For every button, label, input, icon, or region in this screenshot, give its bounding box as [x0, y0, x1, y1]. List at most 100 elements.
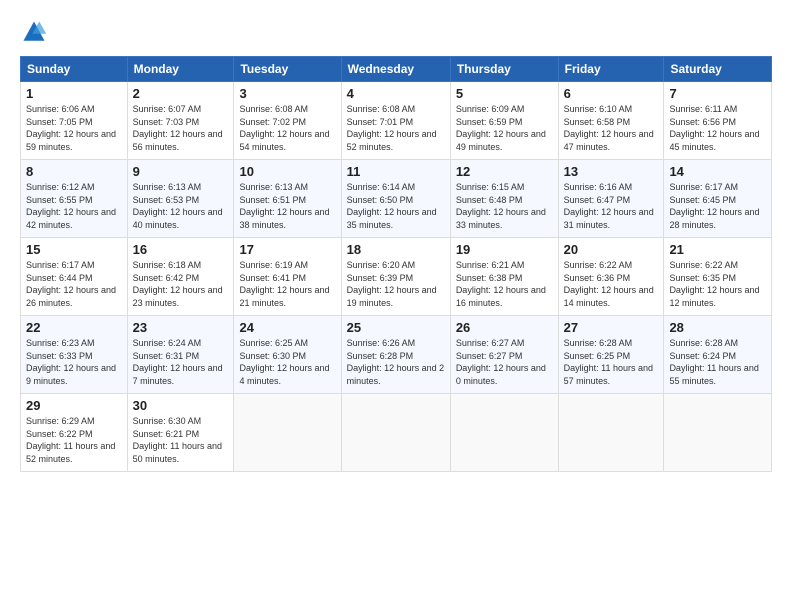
day-info: Sunrise: 6:06 AMSunset: 7:05 PMDaylight:… — [26, 104, 116, 152]
day-info: Sunrise: 6:26 AMSunset: 6:28 PMDaylight:… — [347, 338, 445, 386]
day-info: Sunrise: 6:07 AMSunset: 7:03 PMDaylight:… — [133, 104, 223, 152]
day-cell-2: 2 Sunrise: 6:07 AMSunset: 7:03 PMDaylight… — [127, 82, 234, 160]
day-number: 7 — [669, 86, 766, 101]
day-number: 29 — [26, 398, 122, 413]
day-info: Sunrise: 6:19 AMSunset: 6:41 PMDaylight:… — [239, 260, 329, 308]
day-number: 27 — [564, 320, 659, 335]
empty-cell — [341, 394, 450, 472]
day-number: 19 — [456, 242, 553, 257]
calendar-week-3: 15 Sunrise: 6:17 AMSunset: 6:44 PMDayligh… — [21, 238, 772, 316]
day-info: Sunrise: 6:16 AMSunset: 6:47 PMDaylight:… — [564, 182, 654, 230]
day-number: 24 — [239, 320, 335, 335]
day-number: 16 — [133, 242, 229, 257]
empty-cell — [558, 394, 664, 472]
day-cell-11: 11 Sunrise: 6:14 AMSunset: 6:50 PMDayligh… — [341, 160, 450, 238]
col-thursday: Thursday — [450, 57, 558, 82]
day-cell-3: 3 Sunrise: 6:08 AMSunset: 7:02 PMDaylight… — [234, 82, 341, 160]
day-cell-22: 22 Sunrise: 6:23 AMSunset: 6:33 PMDayligh… — [21, 316, 128, 394]
day-info: Sunrise: 6:29 AMSunset: 6:22 PMDaylight:… — [26, 416, 115, 464]
day-cell-13: 13 Sunrise: 6:16 AMSunset: 6:47 PMDayligh… — [558, 160, 664, 238]
day-number: 13 — [564, 164, 659, 179]
col-saturday: Saturday — [664, 57, 772, 82]
day-number: 28 — [669, 320, 766, 335]
logo — [20, 18, 52, 46]
day-cell-25: 25Sunrise: 6:26 AMSunset: 6:28 PMDayligh… — [341, 316, 450, 394]
day-number: 2 — [133, 86, 229, 101]
col-tuesday: Tuesday — [234, 57, 341, 82]
day-info: Sunrise: 6:13 AMSunset: 6:51 PMDaylight:… — [239, 182, 329, 230]
day-info: Sunrise: 6:08 AMSunset: 7:01 PMDaylight:… — [347, 104, 437, 152]
day-number: 4 — [347, 86, 445, 101]
day-cell-9: 9Sunrise: 6:13 AMSunset: 6:53 PMDaylight… — [127, 160, 234, 238]
day-cell-12: 12Sunrise: 6:15 AMSunset: 6:48 PMDayligh… — [450, 160, 558, 238]
col-wednesday: Wednesday — [341, 57, 450, 82]
calendar-page: Sunday Monday Tuesday Wednesday Thursday… — [0, 0, 792, 612]
day-cell-14: 14 Sunrise: 6:17 AMSunset: 6:45 PMDayligh… — [664, 160, 772, 238]
day-info: Sunrise: 6:28 AMSunset: 6:25 PMDaylight:… — [564, 338, 653, 386]
day-cell-18: 18 Sunrise: 6:20 AMSunset: 6:39 PMDayligh… — [341, 238, 450, 316]
day-info: Sunrise: 6:15 AMSunset: 6:48 PMDaylight:… — [456, 182, 546, 230]
empty-cell — [450, 394, 558, 472]
day-number: 6 — [564, 86, 659, 101]
day-number: 3 — [239, 86, 335, 101]
day-number: 10 — [239, 164, 335, 179]
day-number: 11 — [347, 164, 445, 179]
calendar-week-5: 29 Sunrise: 6:29 AMSunset: 6:22 PMDayligh… — [21, 394, 772, 472]
day-info: Sunrise: 6:20 AMSunset: 6:39 PMDaylight:… — [347, 260, 437, 308]
day-info: Sunrise: 6:25 AMSunset: 6:30 PMDaylight:… — [239, 338, 329, 386]
day-cell-29: 29 Sunrise: 6:29 AMSunset: 6:22 PMDayligh… — [21, 394, 128, 472]
day-cell-16: 16 Sunrise: 6:18 AMSunset: 6:42 PMDayligh… — [127, 238, 234, 316]
day-number: 14 — [669, 164, 766, 179]
day-info: Sunrise: 6:10 AMSunset: 6:58 PMDaylight:… — [564, 104, 654, 152]
day-number: 5 — [456, 86, 553, 101]
day-info: Sunrise: 6:11 AMSunset: 6:56 PMDaylight:… — [669, 104, 759, 152]
logo-icon — [20, 18, 48, 46]
col-friday: Friday — [558, 57, 664, 82]
day-number: 21 — [669, 242, 766, 257]
calendar-week-4: 22 Sunrise: 6:23 AMSunset: 6:33 PMDayligh… — [21, 316, 772, 394]
day-cell-15: 15 Sunrise: 6:17 AMSunset: 6:44 PMDayligh… — [21, 238, 128, 316]
day-info: Sunrise: 6:09 AMSunset: 6:59 PMDaylight:… — [456, 104, 546, 152]
day-cell-10: 10 Sunrise: 6:13 AMSunset: 6:51 PMDayligh… — [234, 160, 341, 238]
calendar-week-2: 8 Sunrise: 6:12 AMSunset: 6:55 PMDaylight… — [21, 160, 772, 238]
day-cell-1: 1 Sunrise: 6:06 AMSunset: 7:05 PMDaylight… — [21, 82, 128, 160]
calendar-table: Sunday Monday Tuesday Wednesday Thursday… — [20, 56, 772, 472]
day-info: Sunrise: 6:13 AMSunset: 6:53 PMDaylight:… — [133, 182, 223, 230]
day-number: 20 — [564, 242, 659, 257]
day-cell-26: 26Sunrise: 6:27 AMSunset: 6:27 PMDayligh… — [450, 316, 558, 394]
day-cell-7: 7 Sunrise: 6:11 AMSunset: 6:56 PMDaylight… — [664, 82, 772, 160]
day-number: 18 — [347, 242, 445, 257]
day-info: Sunrise: 6:12 AMSunset: 6:55 PMDaylight:… — [26, 182, 116, 230]
day-info: Sunrise: 6:22 AMSunset: 6:35 PMDaylight:… — [669, 260, 759, 308]
col-monday: Monday — [127, 57, 234, 82]
day-info: Sunrise: 6:30 AMSunset: 6:21 PMDaylight:… — [133, 416, 222, 464]
empty-cell — [664, 394, 772, 472]
day-info: Sunrise: 6:17 AMSunset: 6:45 PMDaylight:… — [669, 182, 759, 230]
day-cell-19: 19 Sunrise: 6:21 AMSunset: 6:38 PMDayligh… — [450, 238, 558, 316]
day-number: 22 — [26, 320, 122, 335]
day-number: 8 — [26, 164, 122, 179]
empty-cell — [234, 394, 341, 472]
calendar-week-1: 1 Sunrise: 6:06 AMSunset: 7:05 PMDaylight… — [21, 82, 772, 160]
day-cell-23: 23 Sunrise: 6:24 AMSunset: 6:31 PMDayligh… — [127, 316, 234, 394]
day-info: Sunrise: 6:23 AMSunset: 6:33 PMDaylight:… — [26, 338, 116, 386]
day-info: Sunrise: 6:22 AMSunset: 6:36 PMDaylight:… — [564, 260, 654, 308]
day-info: Sunrise: 6:21 AMSunset: 6:38 PMDaylight:… — [456, 260, 546, 308]
day-number: 23 — [133, 320, 229, 335]
day-number: 30 — [133, 398, 229, 413]
day-cell-21: 21 Sunrise: 6:22 AMSunset: 6:35 PMDayligh… — [664, 238, 772, 316]
day-info: Sunrise: 6:17 AMSunset: 6:44 PMDaylight:… — [26, 260, 116, 308]
day-cell-6: 6 Sunrise: 6:10 AMSunset: 6:58 PMDaylight… — [558, 82, 664, 160]
day-cell-4: 4 Sunrise: 6:08 AMSunset: 7:01 PMDaylight… — [341, 82, 450, 160]
header-row: Sunday Monday Tuesday Wednesday Thursday… — [21, 57, 772, 82]
day-cell-30: 30 Sunrise: 6:30 AMSunset: 6:21 PMDayligh… — [127, 394, 234, 472]
day-number: 15 — [26, 242, 122, 257]
day-cell-20: 20 Sunrise: 6:22 AMSunset: 6:36 PMDayligh… — [558, 238, 664, 316]
day-info: Sunrise: 6:18 AMSunset: 6:42 PMDaylight:… — [133, 260, 223, 308]
day-cell-24: 24 Sunrise: 6:25 AMSunset: 6:30 PMDayligh… — [234, 316, 341, 394]
day-info: Sunrise: 6:14 AMSunset: 6:50 PMDaylight:… — [347, 182, 437, 230]
day-number: 1 — [26, 86, 122, 101]
day-info: Sunrise: 6:08 AMSunset: 7:02 PMDaylight:… — [239, 104, 329, 152]
day-info: Sunrise: 6:24 AMSunset: 6:31 PMDaylight:… — [133, 338, 223, 386]
day-info: Sunrise: 6:27 AMSunset: 6:27 PMDaylight:… — [456, 338, 546, 386]
